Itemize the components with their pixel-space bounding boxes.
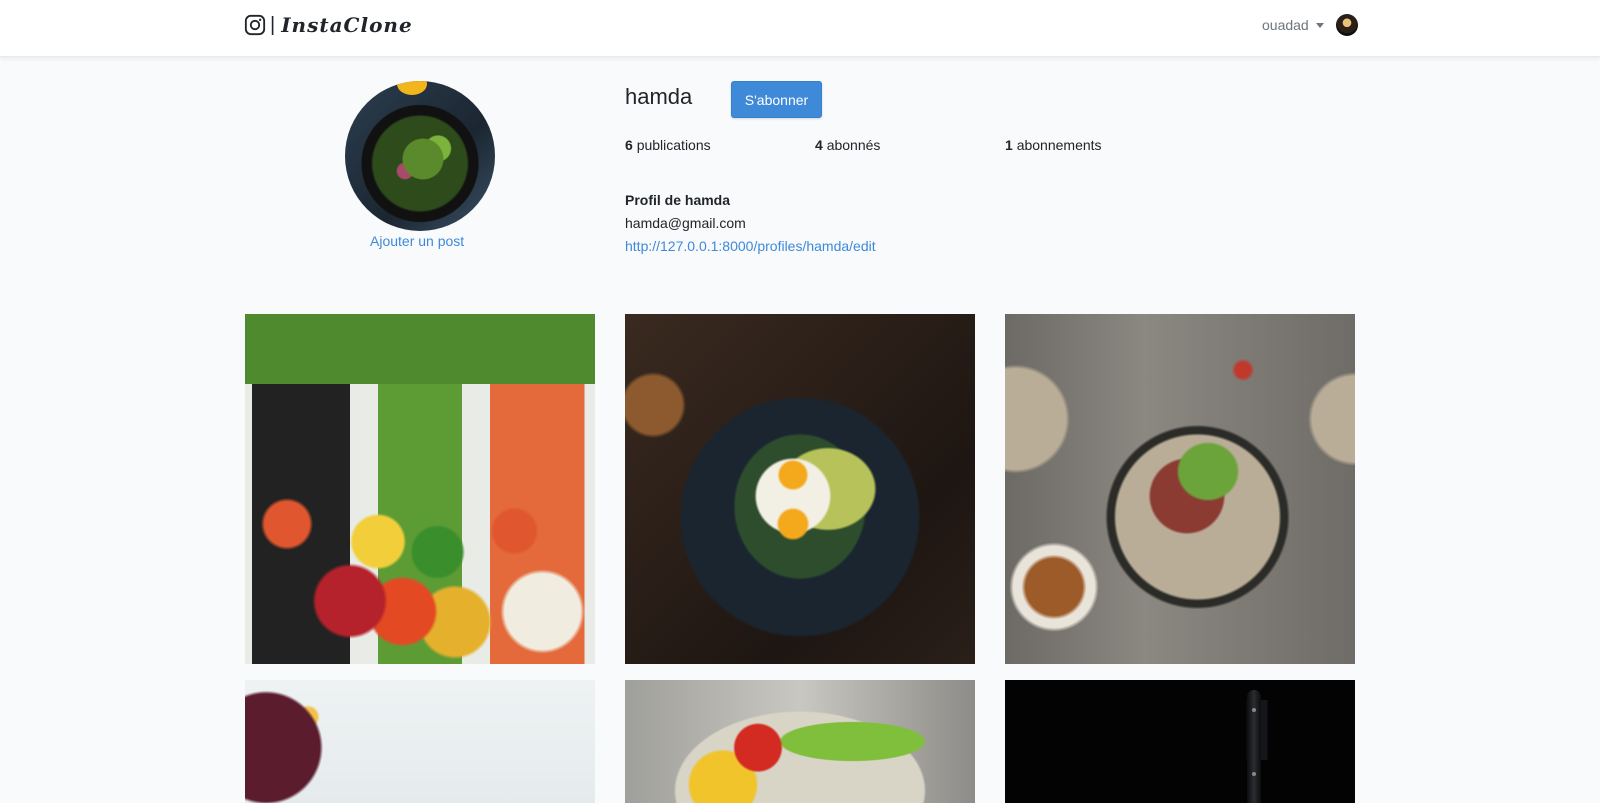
stat-followers: 4 abonnés — [815, 137, 880, 153]
user-dropdown[interactable]: ouadad — [1262, 14, 1358, 36]
profile-username: hamda — [625, 84, 693, 109]
following-count: 1 — [1005, 137, 1013, 153]
caret-down-icon[interactable] — [1315, 22, 1324, 28]
add-post-link[interactable]: Ajouter un post — [370, 233, 464, 249]
post-thumbnail-egg-toast[interactable] — [625, 314, 975, 664]
knife-rivet — [1252, 772, 1256, 776]
brand-link[interactable]: | InstaClone — [244, 13, 413, 37]
brand-name: InstaClone — [281, 13, 413, 37]
profile-edit-link[interactable]: http://127.0.0.1:8000/profiles/hamda/edi… — [625, 238, 876, 254]
instagram-icon — [244, 14, 266, 36]
stat-following: 1 abonnements — [1005, 137, 1102, 153]
followers-label: abonnés — [826, 137, 881, 153]
publications-label: publications — [636, 137, 711, 153]
post-thumbnail-knife[interactable] — [1005, 680, 1355, 803]
post-thumbnail-salad-bowl[interactable] — [625, 680, 975, 803]
nav-username[interactable]: ouadad — [1262, 17, 1309, 33]
profile-avatar — [345, 81, 495, 231]
post-thumbnail-steak-salad[interactable] — [1005, 314, 1355, 664]
top-navbar: | InstaClone ouadad — [0, 0, 1600, 57]
bio-title: Profil de hamda — [625, 192, 731, 208]
avatar-detail — [397, 81, 427, 95]
stat-publications: 6 publications — [625, 137, 711, 153]
knife-rivet — [1252, 708, 1256, 712]
brand-separator: | — [270, 14, 276, 36]
followers-count: 4 — [815, 137, 823, 153]
avatar[interactable] — [1335, 14, 1358, 36]
bio-email: hamda@gmail.com — [625, 215, 746, 231]
following-label: abonnements — [1016, 137, 1102, 153]
post-thumbnail-vegetable-bowls[interactable] — [245, 314, 595, 664]
post-thumbnail-berries[interactable] — [245, 680, 595, 803]
knife-handle — [1247, 690, 1261, 803]
subscribe-button[interactable]: S'abonner — [731, 81, 822, 118]
publications-count: 6 — [625, 137, 633, 153]
